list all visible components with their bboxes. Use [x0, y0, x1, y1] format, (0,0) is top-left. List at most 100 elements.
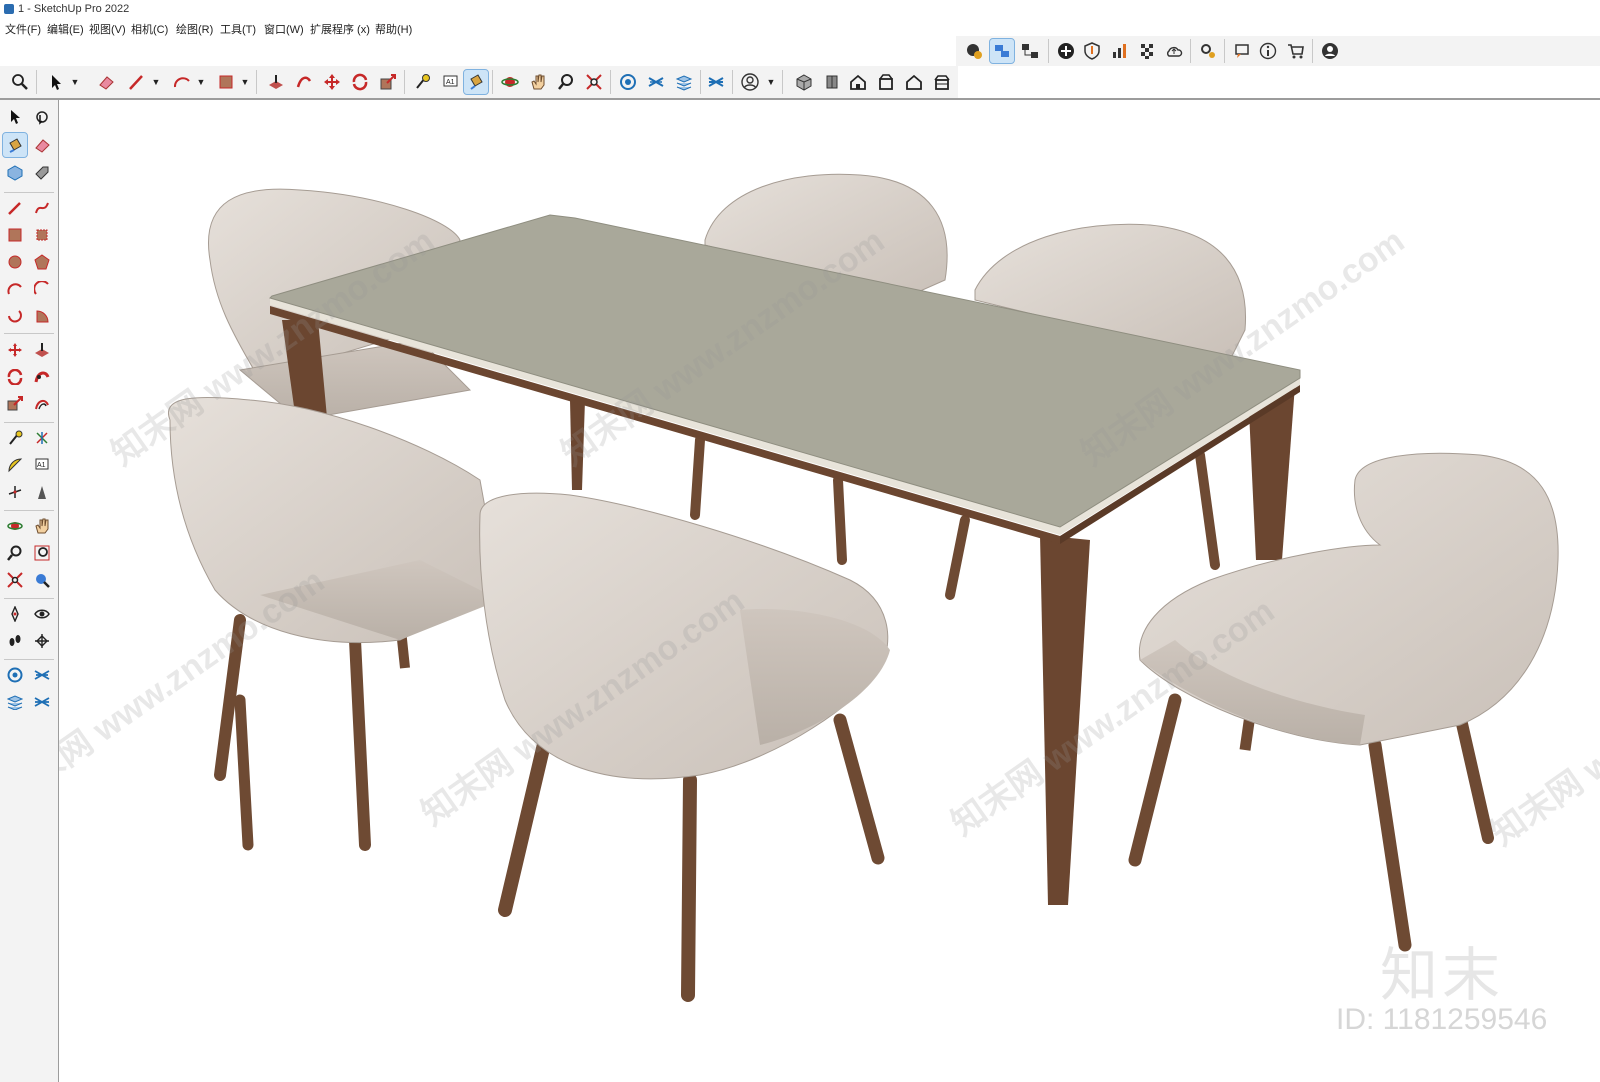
cart-icon[interactable] — [1284, 39, 1308, 63]
components-icon[interactable] — [989, 38, 1015, 64]
section-plane-icon[interactable] — [30, 629, 54, 653]
zoom-extents-left-icon[interactable] — [3, 568, 27, 592]
three-point-arc-icon[interactable] — [3, 304, 27, 328]
zoom-extents-icon[interactable] — [582, 70, 606, 94]
message-icon[interactable] — [1230, 39, 1254, 63]
text-tool-icon[interactable]: A1 — [30, 453, 54, 477]
arc-icon[interactable] — [170, 70, 194, 94]
lasso-icon[interactable] — [30, 105, 54, 129]
previous-view-icon[interactable] — [30, 568, 54, 592]
rotated-rect-tool-icon[interactable] — [30, 223, 54, 247]
zoom-tool-left-icon[interactable] — [3, 541, 27, 565]
offset-tool-icon[interactable] — [30, 392, 54, 416]
chair-front-right — [1128, 452, 1559, 952]
rectangle-icon[interactable] — [214, 70, 238, 94]
eraser-icon[interactable] — [94, 70, 118, 94]
rectangle-dropdown-icon[interactable]: ▼ — [240, 70, 250, 94]
polygon-tool-icon[interactable] — [30, 250, 54, 274]
3d-text-tool-icon[interactable] — [30, 480, 54, 504]
add-location-icon[interactable] — [1054, 39, 1078, 63]
model-info-icon[interactable] — [616, 70, 640, 94]
menu-file[interactable]: 文件(F) — [5, 21, 41, 37]
left-view-icon[interactable] — [930, 70, 954, 94]
select-tool-icon[interactable] — [3, 105, 27, 129]
zoom-window-icon[interactable] — [30, 541, 54, 565]
checker-icon[interactable] — [1136, 39, 1160, 63]
tags-left-icon[interactable] — [3, 690, 27, 714]
warehouse-icon[interactable] — [962, 39, 986, 63]
menu-view[interactable]: 视图(V) — [89, 21, 126, 37]
position-camera-icon[interactable] — [3, 602, 27, 626]
component-tool-icon[interactable] — [3, 161, 27, 185]
menu-edit[interactable]: 编辑(E) — [47, 21, 84, 37]
right-view-icon[interactable] — [874, 70, 898, 94]
axis-icon[interactable] — [3, 480, 27, 504]
pan-tool-icon[interactable] — [30, 514, 54, 538]
front-view-icon[interactable] — [846, 70, 870, 94]
report-icon[interactable] — [1108, 39, 1132, 63]
menu-tools[interactable]: 工具(T) — [220, 21, 256, 37]
profile-dropdown-icon[interactable]: ▼ — [766, 70, 776, 94]
tag-tool-icon[interactable] — [30, 161, 54, 185]
menu-window[interactable]: 窗口(W) — [264, 21, 304, 37]
scale-icon[interactable] — [376, 70, 400, 94]
follow-me-icon[interactable] — [292, 70, 316, 94]
orbit-icon[interactable] — [498, 70, 522, 94]
profile-icon[interactable] — [738, 70, 762, 94]
line-icon[interactable] — [124, 70, 148, 94]
shield-icon[interactable] — [1080, 39, 1104, 63]
move-tool-icon[interactable] — [3, 338, 27, 362]
pushpull-tool-icon[interactable] — [30, 338, 54, 362]
line-dropdown-icon[interactable]: ▼ — [151, 70, 161, 94]
walk-icon[interactable] — [3, 629, 27, 653]
move-icon[interactable] — [320, 70, 344, 94]
zoom-tool-icon[interactable] — [554, 70, 578, 94]
layers-swap-icon[interactable] — [644, 70, 668, 94]
zoom-icon[interactable] — [8, 70, 32, 94]
menu-help[interactable]: 帮助(H) — [375, 21, 412, 37]
rotate-tool-icon[interactable] — [3, 365, 27, 389]
followme-tool-icon[interactable] — [30, 365, 54, 389]
menu-camera[interactable]: 相机(C) — [131, 21, 168, 37]
info-icon[interactable] — [1256, 39, 1280, 63]
circle-tool-icon[interactable] — [3, 250, 27, 274]
paint-icon[interactable] — [2, 132, 28, 158]
pan-icon[interactable] — [526, 70, 550, 94]
arc-dropdown-icon[interactable]: ▼ — [196, 70, 206, 94]
model-info-left-icon[interactable] — [3, 663, 27, 687]
pencil-tool-icon[interactable] — [3, 196, 27, 220]
top-view-icon[interactable] — [820, 70, 844, 94]
scale-tool-icon[interactable] — [3, 392, 27, 416]
menu-extensions[interactable]: 扩展程序 (x) — [310, 21, 370, 37]
back-view-icon[interactable] — [902, 70, 926, 94]
layers-left-icon[interactable] — [30, 663, 54, 687]
rotate-icon[interactable] — [348, 70, 372, 94]
arc-tool-icon[interactable] — [3, 277, 27, 301]
iso-view-icon[interactable] — [792, 70, 816, 94]
freehand-tool-icon[interactable] — [30, 196, 54, 220]
two-point-arc-icon[interactable] — [30, 277, 54, 301]
model-viewport[interactable]: 知末网 www.znzmo.com 知末网 www.znzmo.com 知末网 … — [59, 100, 1600, 1082]
tags-stack-icon[interactable] — [672, 70, 696, 94]
select-dropdown-icon[interactable]: ▼ — [70, 70, 80, 94]
pie-tool-icon[interactable] — [30, 304, 54, 328]
tape-measure-icon[interactable] — [410, 70, 434, 94]
push-pull-icon[interactable] — [264, 70, 288, 94]
menu-draw[interactable]: 绘图(R) — [176, 21, 213, 37]
paint-bucket-icon[interactable] — [463, 69, 489, 95]
axes-tool-icon[interactable] — [30, 426, 54, 450]
look-around-icon[interactable] — [30, 602, 54, 626]
select-icon[interactable] — [44, 70, 68, 94]
eraser-tool-icon[interactable] — [30, 133, 54, 157]
protractor-tool-icon[interactable] — [3, 453, 27, 477]
sandbox-icon[interactable] — [704, 70, 728, 94]
extension-settings-icon[interactable] — [1196, 39, 1220, 63]
cloud-upload-icon[interactable] — [1162, 39, 1186, 63]
text-icon[interactable]: A1 — [438, 70, 462, 94]
sandbox-left-icon[interactable] — [30, 690, 54, 714]
rect-tool-icon[interactable] — [3, 223, 27, 247]
tape-tool-icon[interactable] — [3, 426, 27, 450]
outliner-icon[interactable] — [1018, 39, 1042, 63]
orbit-tool-icon[interactable] — [3, 514, 27, 538]
account-icon[interactable] — [1318, 39, 1342, 63]
